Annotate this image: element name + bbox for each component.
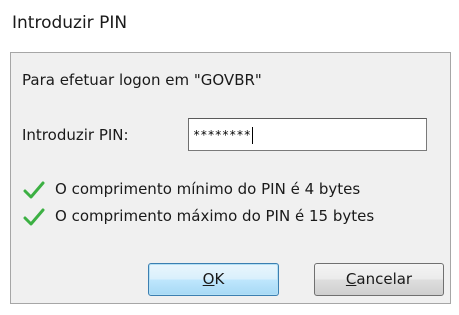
cancel-label-rest: ancelar: [356, 270, 413, 288]
title-bar: Introduzir PIN: [0, 0, 459, 52]
cancel-mnemonic: C: [345, 270, 357, 288]
dialog-title: Introduzir PIN: [12, 13, 128, 33]
pin-input-value: ********: [193, 128, 251, 142]
pin-input[interactable]: ********: [188, 118, 427, 151]
logon-text: Para efetuar logon em "GOVBR": [22, 71, 262, 89]
pin-label: Introduzir PIN:: [22, 126, 129, 144]
text-caret: [251, 127, 253, 144]
requirement-min-text: O comprimento mínimo do PIN é 4 bytes: [55, 180, 361, 198]
dialog-body: Para efetuar logon em "GOVBR" Introduzir…: [10, 52, 451, 304]
requirement-max-text: O comprimento máximo do PIN é 15 bytes: [55, 207, 375, 225]
pin-dialog: Introduzir PIN Para efetuar logon em "GO…: [0, 0, 459, 315]
green-check-icon: [23, 181, 45, 199]
ok-button[interactable]: OK: [148, 263, 279, 296]
cancel-button[interactable]: Cancelar: [314, 263, 444, 296]
ok-label-rest: K: [214, 270, 225, 288]
ok-mnemonic: O: [202, 270, 215, 288]
green-check-icon: [23, 208, 45, 226]
